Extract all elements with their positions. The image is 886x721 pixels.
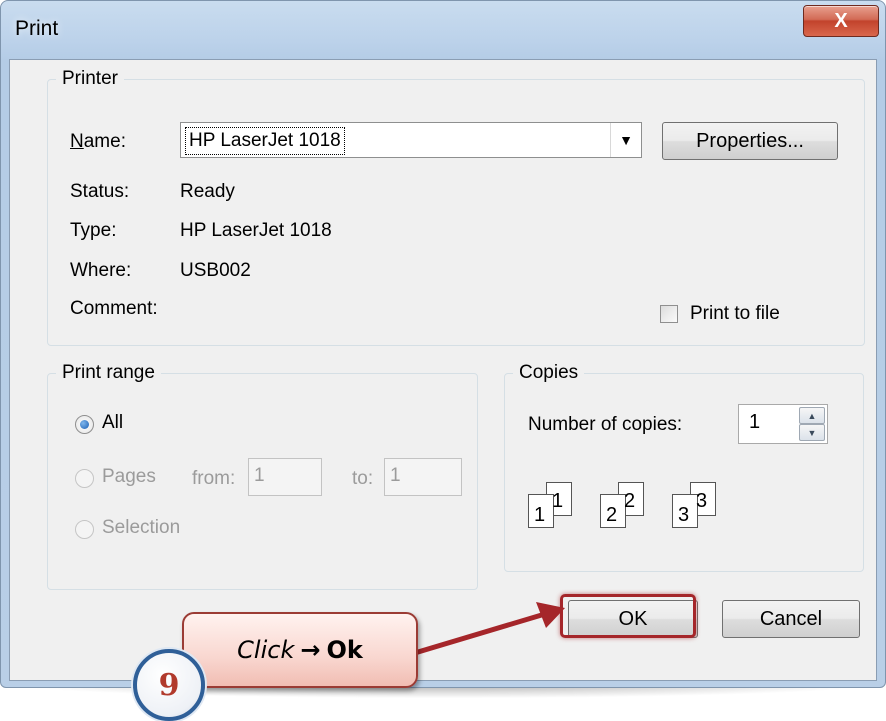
print-range-legend: Print range: [62, 362, 155, 383]
collate-number: 3: [678, 504, 690, 526]
print-to-file-label[interactable]: Print to file: [690, 303, 780, 325]
title-bar: Print X: [1, 1, 885, 59]
copies-legend: Copies: [519, 362, 579, 383]
dialog-title: Print: [15, 17, 59, 40]
spin-up-icon[interactable]: ▲: [799, 407, 825, 424]
where-label: Where:: [70, 260, 132, 281]
status-value: Ready: [180, 181, 235, 202]
cancel-button-label: Cancel: [759, 607, 823, 630]
step-number-badge: 9: [133, 649, 205, 721]
collate-number: 2: [624, 490, 636, 512]
type-value: HP LaserJet 1018: [180, 220, 332, 241]
comment-label: Comment:: [70, 298, 158, 319]
dialog-body: Printer Name: HP LaserJet 1018 ▼ Propert…: [9, 59, 877, 681]
callout-target-text: Ok: [326, 636, 363, 664]
instruction-callout: Click → Ok: [182, 612, 418, 688]
collate-number: 2: [606, 504, 618, 526]
close-button[interactable]: X: [803, 5, 879, 37]
collate-number: 3: [696, 490, 708, 512]
print-to-file-checkbox[interactable]: [660, 305, 678, 323]
type-label: Type:: [70, 220, 117, 241]
ok-highlight-box: [560, 594, 696, 638]
pages-radio[interactable]: [75, 469, 94, 488]
from-label: from:: [192, 468, 236, 489]
close-icon: X: [834, 9, 848, 32]
printer-name-select[interactable]: HP LaserJet 1018 ▼: [180, 122, 642, 158]
cancel-button[interactable]: Cancel: [722, 600, 860, 638]
name-label-rest: ame:: [83, 131, 126, 152]
right-arrow-icon: →: [300, 636, 321, 664]
all-label[interactable]: All: [102, 412, 123, 434]
collate-preview-icon: 1 1 2 2 3 3: [528, 482, 728, 542]
number-of-copies-label: Number of copies:: [528, 414, 683, 435]
properties-button[interactable]: Properties...: [662, 122, 838, 160]
to-label: to:: [352, 468, 374, 489]
status-label: Status:: [70, 181, 130, 202]
name-label-accelerator: N: [70, 131, 84, 152]
printer-name-value: HP LaserJet 1018: [185, 127, 345, 155]
to-page-value: 1: [390, 465, 401, 486]
name-label: Name:: [70, 131, 126, 153]
all-radio[interactable]: [75, 415, 94, 434]
collate-number: 1: [552, 490, 564, 512]
pages-label[interactable]: Pages: [102, 466, 156, 488]
printer-legend: Printer: [62, 68, 118, 89]
collate-number: 1: [534, 504, 546, 526]
spin-down-icon[interactable]: ▼: [799, 424, 825, 441]
selection-radio[interactable]: [75, 520, 94, 539]
print-dialog: Print X Printer Name: HP LaserJet 1018 ▼…: [0, 0, 886, 688]
properties-button-label: Properties...: [696, 129, 804, 152]
where-value: USB002: [180, 260, 251, 281]
from-page-input[interactable]: 1: [248, 458, 322, 496]
chevron-down-icon[interactable]: ▼: [610, 123, 641, 157]
copies-value: 1: [749, 411, 761, 433]
from-page-value: 1: [254, 465, 265, 486]
to-page-input[interactable]: 1: [384, 458, 462, 496]
copies-stepper[interactable]: 1 ▲ ▼: [738, 404, 828, 444]
callout-click-text: Click: [237, 636, 295, 664]
selection-label[interactable]: Selection: [102, 517, 180, 539]
step-number: 9: [158, 667, 180, 703]
